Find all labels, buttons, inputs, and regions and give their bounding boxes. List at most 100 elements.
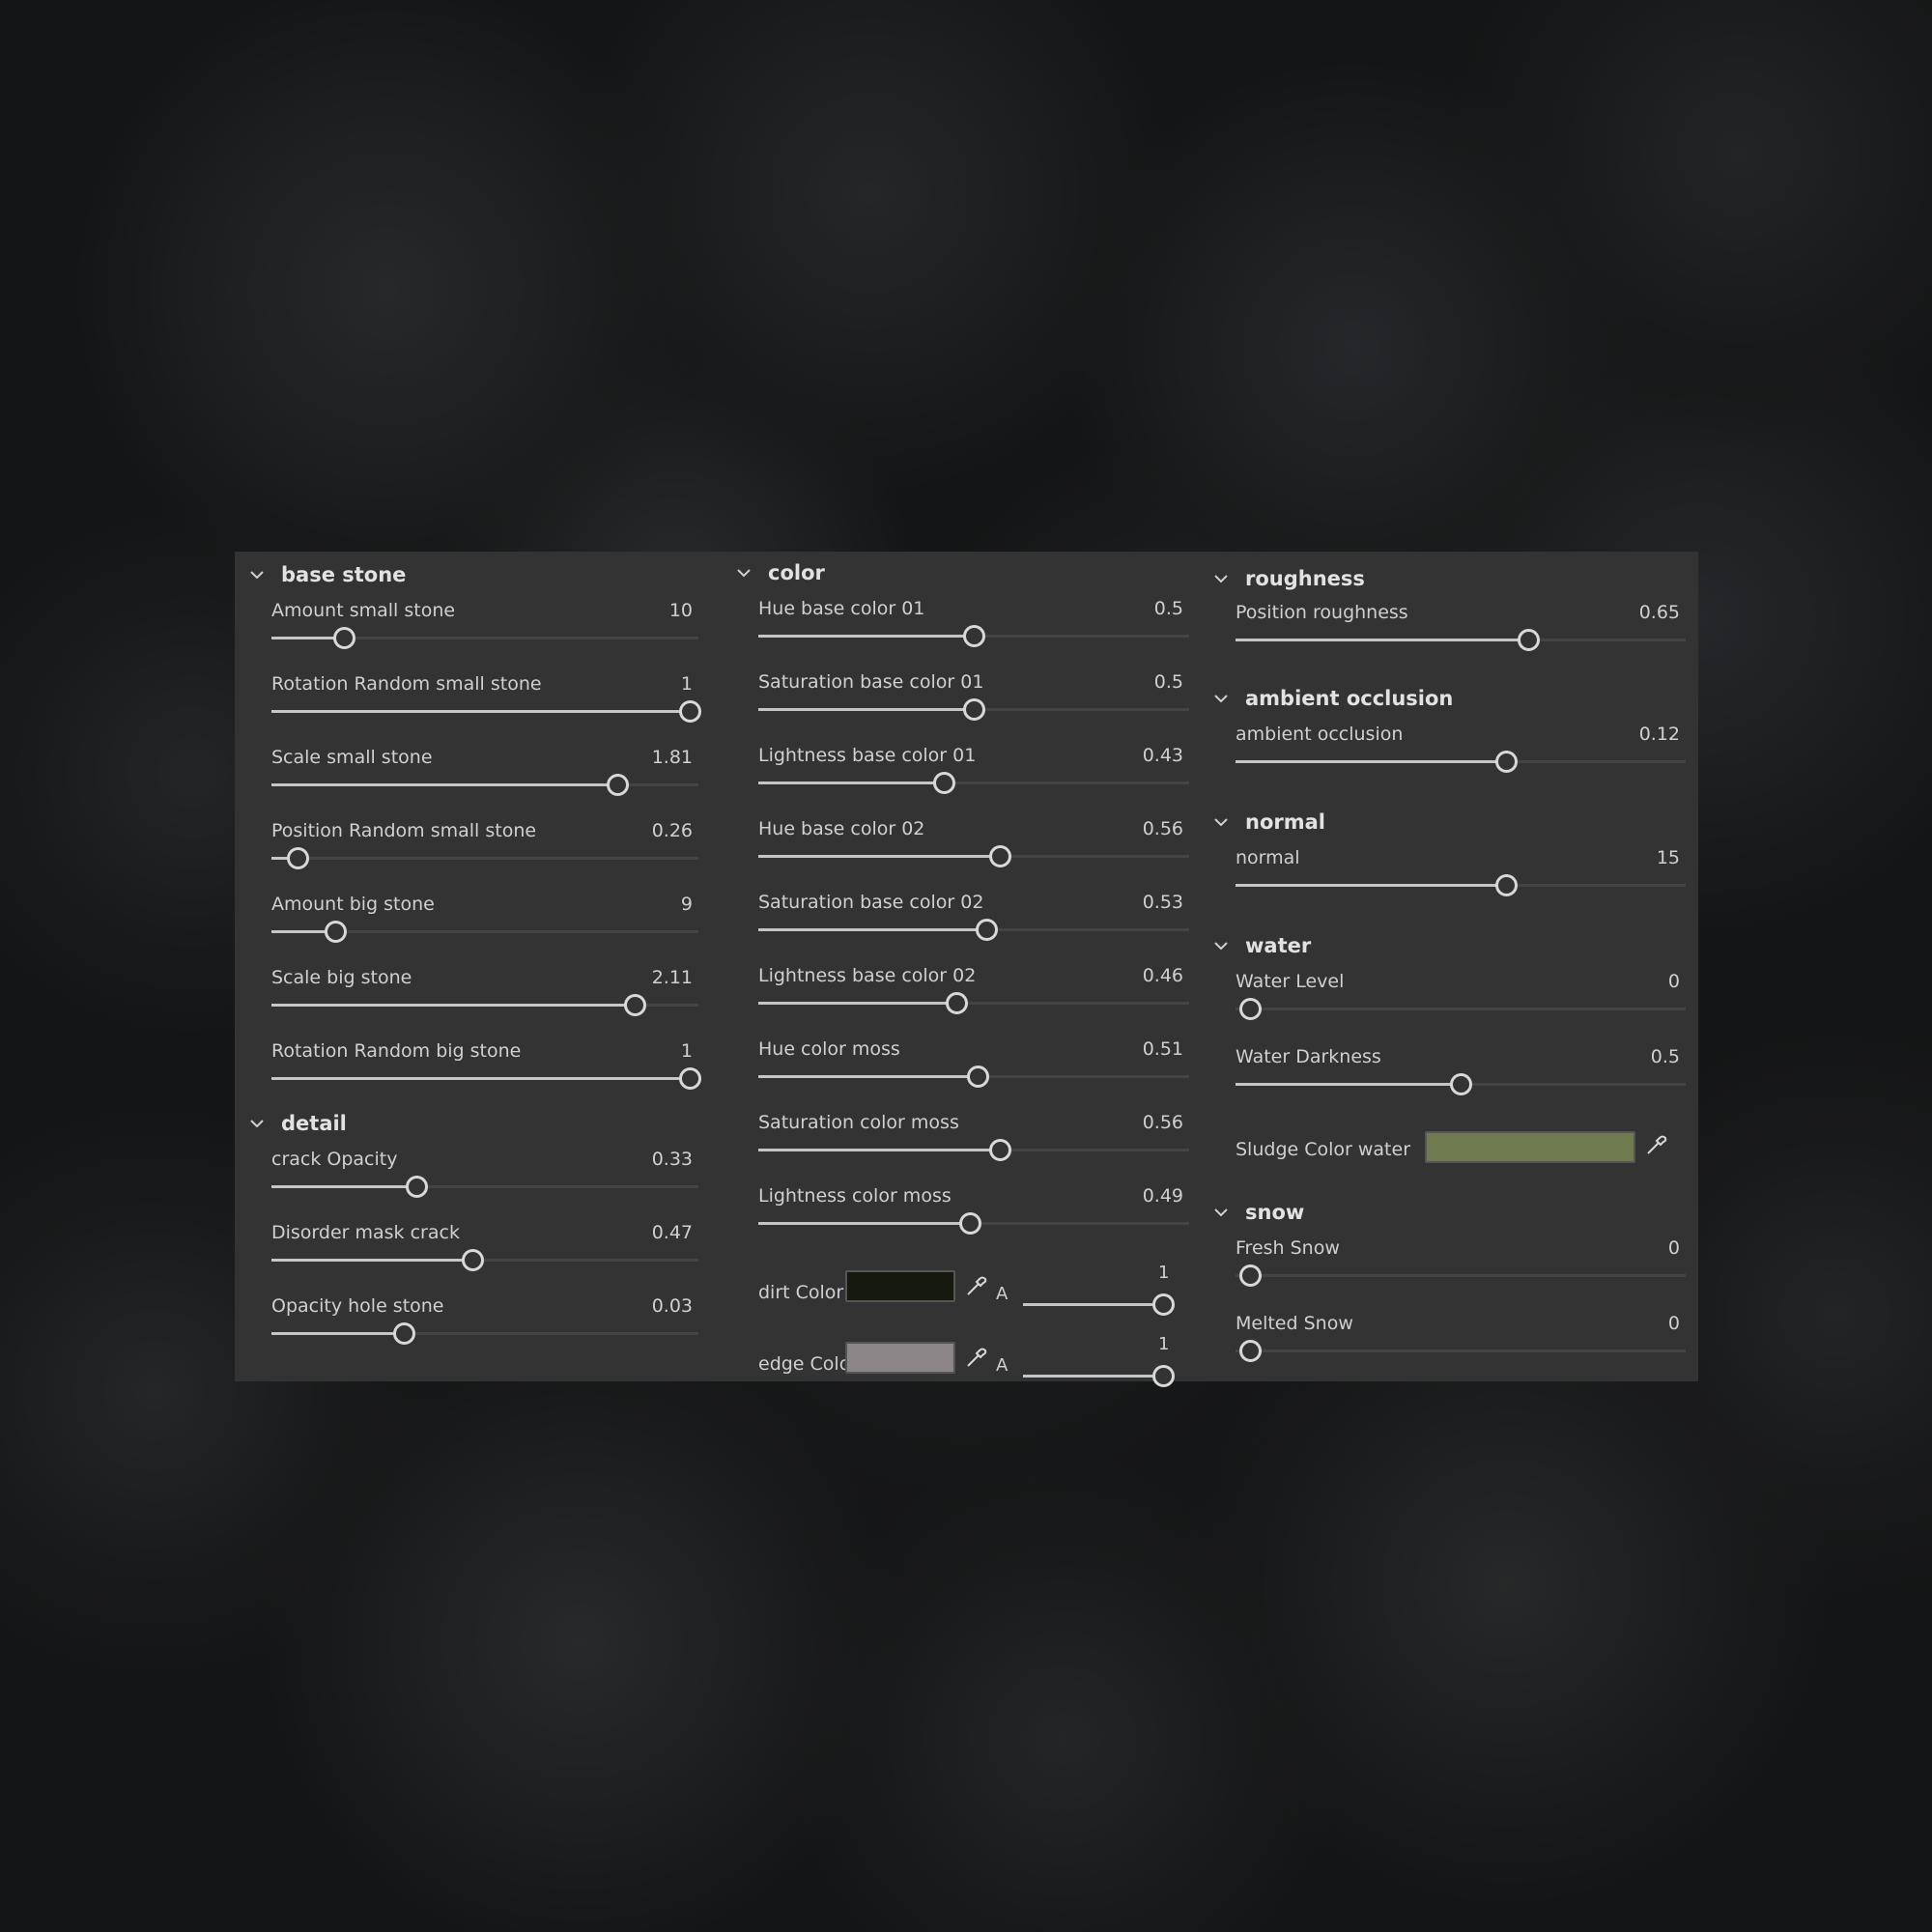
slider-track[interactable]: [1236, 1073, 1686, 1095]
slider-value[interactable]: 0: [1668, 1313, 1680, 1334]
section-color[interactable]: color: [733, 554, 1189, 592]
slider-value[interactable]: 0.51: [1143, 1038, 1183, 1060]
section-normal[interactable]: normal: [1210, 803, 1686, 841]
chevron-down-icon[interactable]: [246, 564, 268, 585]
slider-thumb[interactable]: [393, 1322, 416, 1345]
slider-track[interactable]: [271, 774, 698, 796]
slider-track[interactable]: [758, 772, 1189, 794]
slider-value[interactable]: 9: [681, 894, 693, 915]
slider-thumb[interactable]: [679, 1067, 701, 1090]
slider-thumb[interactable]: [607, 774, 630, 796]
slider-value[interactable]: 10: [669, 600, 693, 621]
section-roughness[interactable]: roughness: [1210, 559, 1686, 598]
slider-thumb[interactable]: [333, 627, 356, 649]
section-base-stone[interactable]: base stone: [246, 555, 698, 594]
slider-track[interactable]: [758, 992, 1189, 1014]
chevron-down-icon[interactable]: [1210, 935, 1232, 956]
alpha-slider[interactable]: [1023, 1365, 1175, 1387]
chevron-down-icon[interactable]: [1210, 1202, 1232, 1223]
slider-thumb[interactable]: [1517, 629, 1540, 651]
slider-thumb[interactable]: [963, 625, 985, 647]
slider-track[interactable]: [758, 1139, 1189, 1161]
slider-value[interactable]: 0.12: [1639, 724, 1680, 745]
chevron-down-icon[interactable]: [246, 1113, 268, 1134]
slider-track[interactable]: [1236, 874, 1686, 896]
slider-track[interactable]: [1236, 629, 1686, 651]
slider-track[interactable]: [271, 1249, 698, 1271]
section-snow[interactable]: snow: [1210, 1193, 1686, 1232]
slider-thumb[interactable]: [325, 921, 348, 943]
chevron-down-icon[interactable]: [733, 562, 754, 583]
slider-value[interactable]: 0.56: [1143, 818, 1183, 839]
slider-value[interactable]: 1: [681, 673, 693, 695]
slider-value[interactable]: 0.33: [652, 1149, 693, 1170]
slider-value[interactable]: 0.56: [1143, 1112, 1183, 1133]
slider-thumb[interactable]: [932, 772, 955, 794]
slider-value[interactable]: 0.5: [1154, 671, 1183, 693]
slider-thumb[interactable]: [679, 700, 701, 723]
slider-value[interactable]: 0.46: [1143, 965, 1183, 986]
edge-color-swatch[interactable]: [845, 1342, 955, 1374]
slider-value[interactable]: 15: [1657, 847, 1680, 868]
slider-thumb[interactable]: [1152, 1365, 1175, 1387]
slider-thumb[interactable]: [946, 992, 969, 1014]
slider-thumb[interactable]: [988, 1139, 1011, 1161]
slider-thumb[interactable]: [623, 994, 646, 1016]
section-water[interactable]: water: [1210, 926, 1686, 965]
slider-value[interactable]: 0.65: [1639, 602, 1680, 623]
slider-value[interactable]: 0.5: [1651, 1046, 1680, 1067]
slider-track[interactable]: [271, 994, 698, 1016]
slider-track[interactable]: [1236, 1264, 1686, 1287]
slider-thumb[interactable]: [1239, 1264, 1262, 1287]
slider-value[interactable]: 0.03: [652, 1295, 693, 1317]
slider-value[interactable]: 0.49: [1143, 1185, 1183, 1207]
slider-thumb[interactable]: [406, 1176, 429, 1198]
eyedropper-icon[interactable]: [965, 1346, 988, 1369]
slider-track[interactable]: [271, 1322, 698, 1345]
slider-value[interactable]: 0: [1668, 1237, 1680, 1259]
slider-track[interactable]: [758, 698, 1189, 721]
eyedropper-icon[interactable]: [965, 1274, 988, 1297]
slider-track[interactable]: [271, 627, 698, 649]
slider-track[interactable]: [1236, 751, 1686, 773]
slider-value[interactable]: 0.26: [652, 820, 693, 841]
slider-value[interactable]: 1: [681, 1040, 693, 1062]
slider-track[interactable]: [758, 1065, 1189, 1088]
chevron-down-icon[interactable]: [1210, 811, 1232, 833]
slider-thumb[interactable]: [1239, 998, 1262, 1020]
slider-value[interactable]: 0.53: [1143, 892, 1183, 913]
slider-thumb[interactable]: [967, 1065, 990, 1088]
sludge-color-swatch[interactable]: [1425, 1131, 1635, 1163]
slider-thumb[interactable]: [958, 1212, 981, 1235]
slider-value[interactable]: 0.43: [1143, 745, 1183, 766]
slider-track[interactable]: [758, 625, 1189, 647]
slider-track[interactable]: [271, 1176, 698, 1198]
slider-value[interactable]: 1.81: [652, 747, 693, 768]
slider-track[interactable]: [1236, 1340, 1686, 1362]
slider-track[interactable]: [758, 845, 1189, 867]
slider-value[interactable]: 0.47: [652, 1222, 693, 1243]
slider-track[interactable]: [271, 847, 698, 869]
chevron-down-icon[interactable]: [1210, 568, 1232, 589]
slider-track[interactable]: [1236, 998, 1686, 1020]
slider-thumb[interactable]: [976, 919, 999, 941]
slider-value[interactable]: 0.5: [1154, 598, 1183, 619]
alpha-slider[interactable]: [1023, 1293, 1175, 1316]
dirt-color-swatch[interactable]: [845, 1270, 955, 1302]
chevron-down-icon[interactable]: [1210, 688, 1232, 709]
slider-thumb[interactable]: [461, 1249, 484, 1271]
section-detail[interactable]: detail: [246, 1104, 698, 1143]
slider-track[interactable]: [271, 1067, 701, 1090]
slider-track[interactable]: [271, 700, 701, 723]
eyedropper-icon[interactable]: [1645, 1133, 1668, 1156]
slider-thumb[interactable]: [1450, 1073, 1472, 1095]
slider-track[interactable]: [758, 1212, 1189, 1235]
slider-value[interactable]: 2.11: [652, 967, 693, 988]
slider-thumb[interactable]: [1152, 1293, 1175, 1316]
slider-track[interactable]: [271, 921, 698, 943]
slider-value[interactable]: 0: [1668, 971, 1680, 992]
slider-thumb[interactable]: [1494, 751, 1518, 773]
slider-track[interactable]: [758, 919, 1189, 941]
slider-thumb[interactable]: [988, 845, 1011, 867]
slider-thumb[interactable]: [286, 847, 309, 869]
